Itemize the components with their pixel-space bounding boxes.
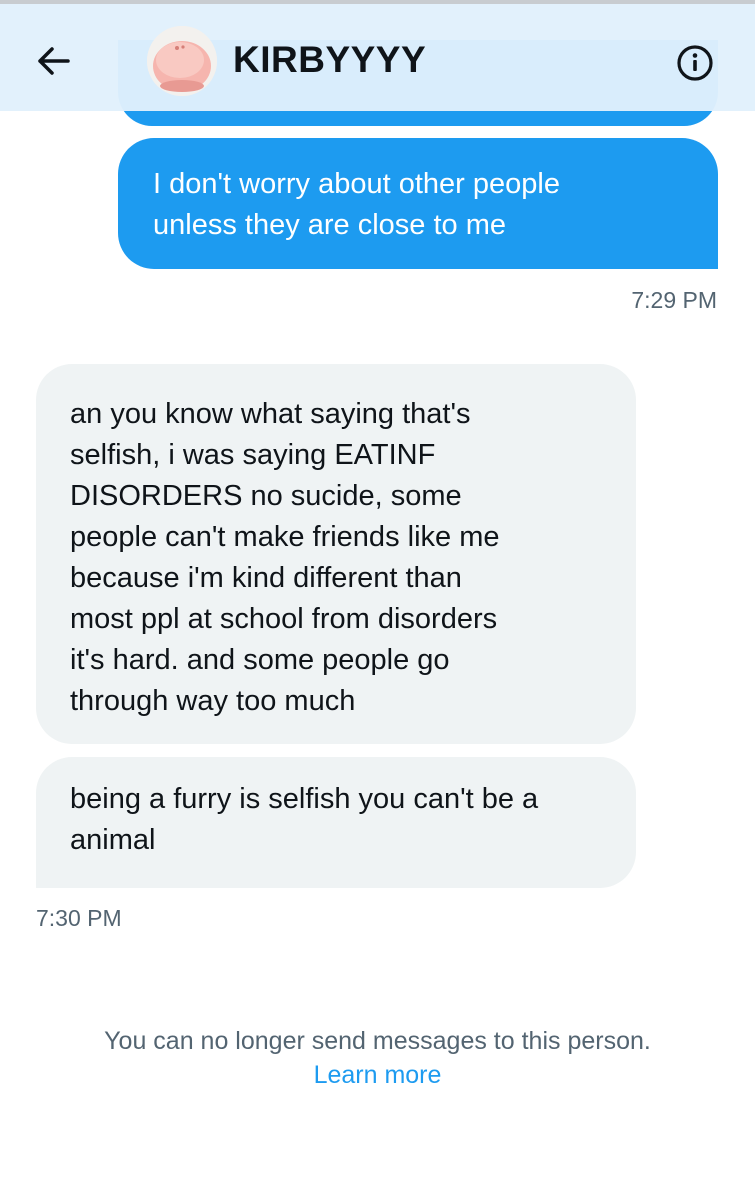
notice-text: You can no longer send messages to this … xyxy=(104,1027,651,1055)
info-circle-icon xyxy=(677,45,713,81)
avatar[interactable] xyxy=(147,26,217,96)
received-message-bubble[interactable]: an you know what saying that's selfish, … xyxy=(36,364,636,744)
info-button[interactable] xyxy=(672,40,718,86)
page-title[interactable]: KIRBYYYY xyxy=(233,36,426,84)
blocked-notice: You can no longer send messages to this … xyxy=(0,1024,755,1092)
message-timestamp: 7:29 PM xyxy=(631,287,717,313)
sent-message-bubble[interactable]: I don't worry about other people unless … xyxy=(118,138,718,269)
back-button[interactable] xyxy=(30,38,78,84)
message-timestamp: 7:30 PM xyxy=(36,905,122,931)
received-message-bubble[interactable]: being a furry is selfish you can't be a … xyxy=(36,757,636,888)
kirby-avatar xyxy=(147,26,217,96)
learn-more-link[interactable]: Learn more xyxy=(314,1058,442,1092)
conversation-header: KIRBYYYY xyxy=(0,4,755,111)
dm-conversation-screen: KIRBYYYY I don't worry about other peopl… xyxy=(0,0,755,1200)
arrow-left-icon xyxy=(38,47,70,75)
